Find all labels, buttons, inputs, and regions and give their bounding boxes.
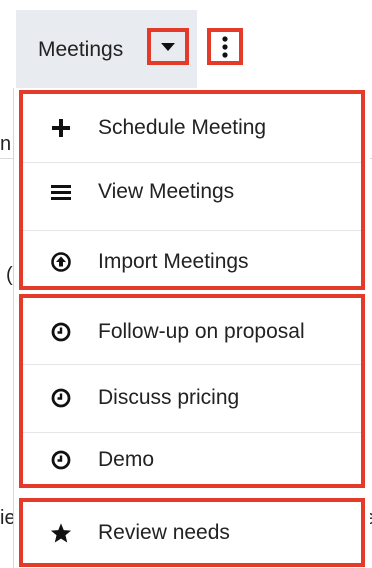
menu-item-label: Review needs bbox=[98, 520, 230, 544]
list-icon bbox=[49, 180, 73, 204]
menu-item-label: Demo bbox=[98, 448, 155, 471]
background-divider bbox=[0, 158, 14, 159]
upload-circle-icon bbox=[49, 250, 73, 274]
menu-favorites-group: Review needs bbox=[19, 498, 365, 567]
kebab-icon bbox=[222, 35, 228, 58]
actions-kebab-button[interactable] bbox=[207, 28, 243, 65]
meetings-tab-label: Meetings bbox=[38, 38, 124, 61]
background-text-fragment: ( bbox=[6, 264, 13, 286]
import-meetings-item[interactable]: Import Meetings bbox=[23, 228, 361, 296]
favorite-meeting-item[interactable]: Review needs bbox=[23, 502, 361, 563]
menu-item-label: Import Meetings bbox=[98, 250, 249, 273]
recent-meeting-item[interactable]: Demo bbox=[23, 434, 361, 486]
clock-icon bbox=[49, 386, 73, 410]
clock-icon bbox=[49, 320, 73, 344]
recent-meeting-item[interactable]: Discuss pricing bbox=[23, 364, 361, 432]
schedule-meeting-item[interactable]: Schedule Meeting bbox=[23, 94, 361, 162]
caret-down-icon bbox=[161, 42, 175, 51]
menu-actions-group: Schedule Meeting View Meetings Import Me… bbox=[19, 90, 365, 290]
menu-item-label: Discuss pricing bbox=[98, 386, 240, 409]
clock-icon bbox=[49, 448, 73, 472]
recent-meeting-item[interactable]: Follow-up on proposal bbox=[23, 298, 361, 366]
menu-item-label: View Meetings bbox=[98, 180, 235, 203]
menu-item-label: Follow-up on proposal bbox=[98, 320, 305, 343]
background-text-fragment: n bbox=[0, 133, 12, 155]
menu-recents-group: Follow-up on proposal Discuss pricing De… bbox=[19, 294, 365, 488]
view-meetings-item[interactable]: View Meetings bbox=[23, 158, 361, 226]
menu-divider bbox=[23, 432, 361, 433]
menu-item-label: Schedule Meeting bbox=[98, 116, 267, 139]
star-icon bbox=[49, 521, 73, 545]
plus-icon bbox=[49, 116, 73, 140]
module-menu-dropdown-button[interactable] bbox=[147, 28, 189, 65]
